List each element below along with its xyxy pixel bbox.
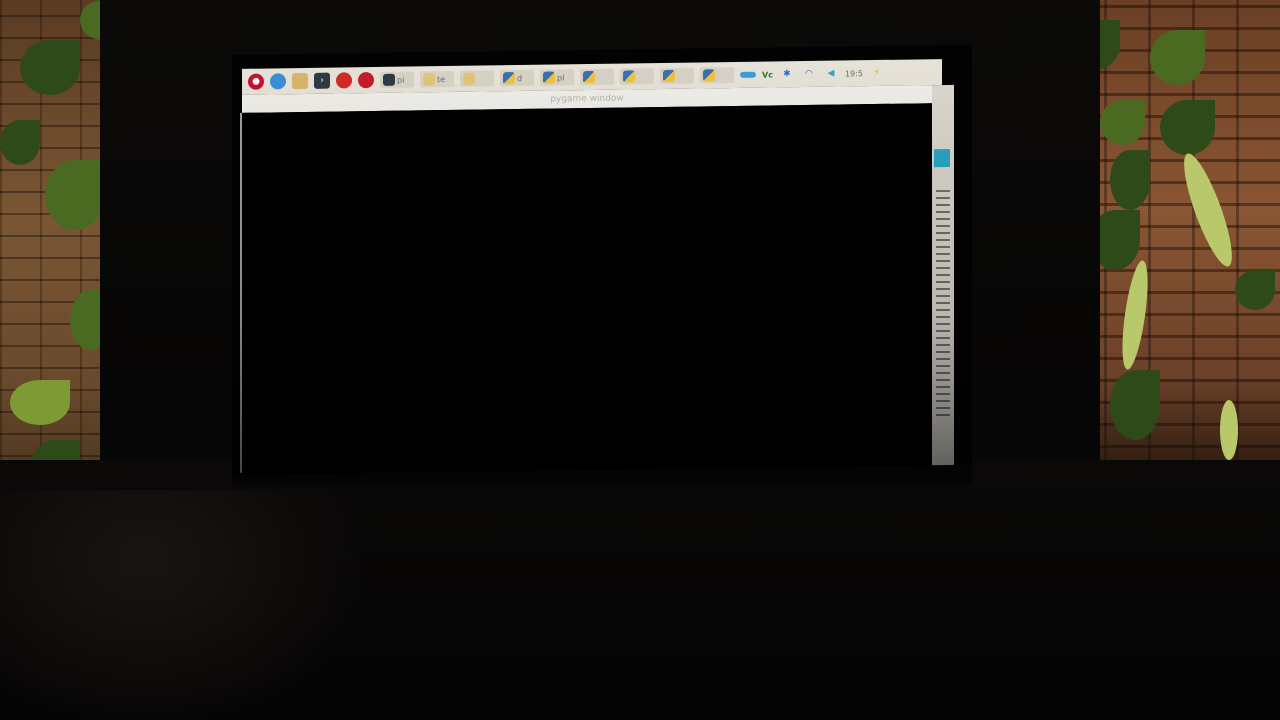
task-label: pi — [397, 75, 405, 85]
taskbar-task[interactable] — [620, 68, 654, 85]
wolfram-icon[interactable] — [358, 72, 374, 89]
flower-cluster — [1220, 400, 1238, 460]
task-label: d — [517, 73, 523, 83]
leaf — [20, 40, 80, 95]
pygame-canvas[interactable] — [242, 103, 932, 475]
leaf — [10, 380, 70, 425]
leaf — [45, 160, 105, 230]
background-window-accent — [934, 148, 950, 168]
vnc-icon[interactable]: Vc — [762, 70, 773, 79]
taskbar-task[interactable] — [660, 67, 694, 85]
taskbar-task[interactable]: te — [420, 70, 454, 88]
monitor-screen: ● › pi te d pl Vc ✱ ◠ ◀ 19:5 ⚡ pygame wi… — [232, 44, 972, 475]
wifi-icon[interactable]: ◠ — [801, 66, 817, 82]
web-browser-icon[interactable] — [270, 73, 286, 90]
hand-silhouette — [0, 490, 360, 720]
taskbar-task[interactable]: d — [500, 69, 534, 87]
volume-icon[interactable]: ◀ — [823, 66, 839, 82]
leaf — [1110, 370, 1160, 440]
folder-icon — [463, 72, 475, 85]
task-label: te — [437, 74, 446, 84]
task-label: pl — [557, 72, 565, 82]
leaf — [1150, 30, 1205, 85]
leaf — [1100, 100, 1145, 145]
taskbar-task[interactable] — [700, 66, 734, 84]
terminal-icon[interactable]: › — [314, 72, 330, 89]
taskbar-task[interactable]: pi — [380, 71, 414, 88]
python-icon — [663, 69, 675, 82]
python-icon — [703, 69, 715, 82]
bluetooth-icon[interactable]: ✱ — [779, 66, 795, 82]
leaf — [1235, 270, 1275, 310]
python-icon — [623, 70, 635, 83]
leaf — [1160, 100, 1215, 155]
lightning-icon: ⚡ — [873, 67, 881, 79]
taskbar-task[interactable] — [580, 68, 614, 86]
folder-icon — [423, 73, 435, 86]
taskbar-task[interactable] — [460, 70, 494, 87]
mathematica-icon[interactable] — [336, 72, 352, 89]
clock[interactable]: 19:5 — [845, 69, 863, 78]
background-window-text — [936, 189, 950, 421]
leaf — [0, 120, 40, 165]
raspberry-menu-icon[interactable]: ● — [248, 73, 264, 90]
python-icon — [543, 71, 555, 84]
terminal-icon — [383, 73, 395, 86]
python-icon — [503, 72, 515, 85]
leaf — [1110, 150, 1150, 210]
cpu-monitor-icon[interactable] — [740, 71, 756, 78]
taskbar-task[interactable]: pl — [540, 69, 574, 86]
file-manager-icon[interactable] — [292, 72, 308, 90]
window-title: pygame window — [550, 93, 624, 105]
python-icon — [583, 70, 595, 84]
